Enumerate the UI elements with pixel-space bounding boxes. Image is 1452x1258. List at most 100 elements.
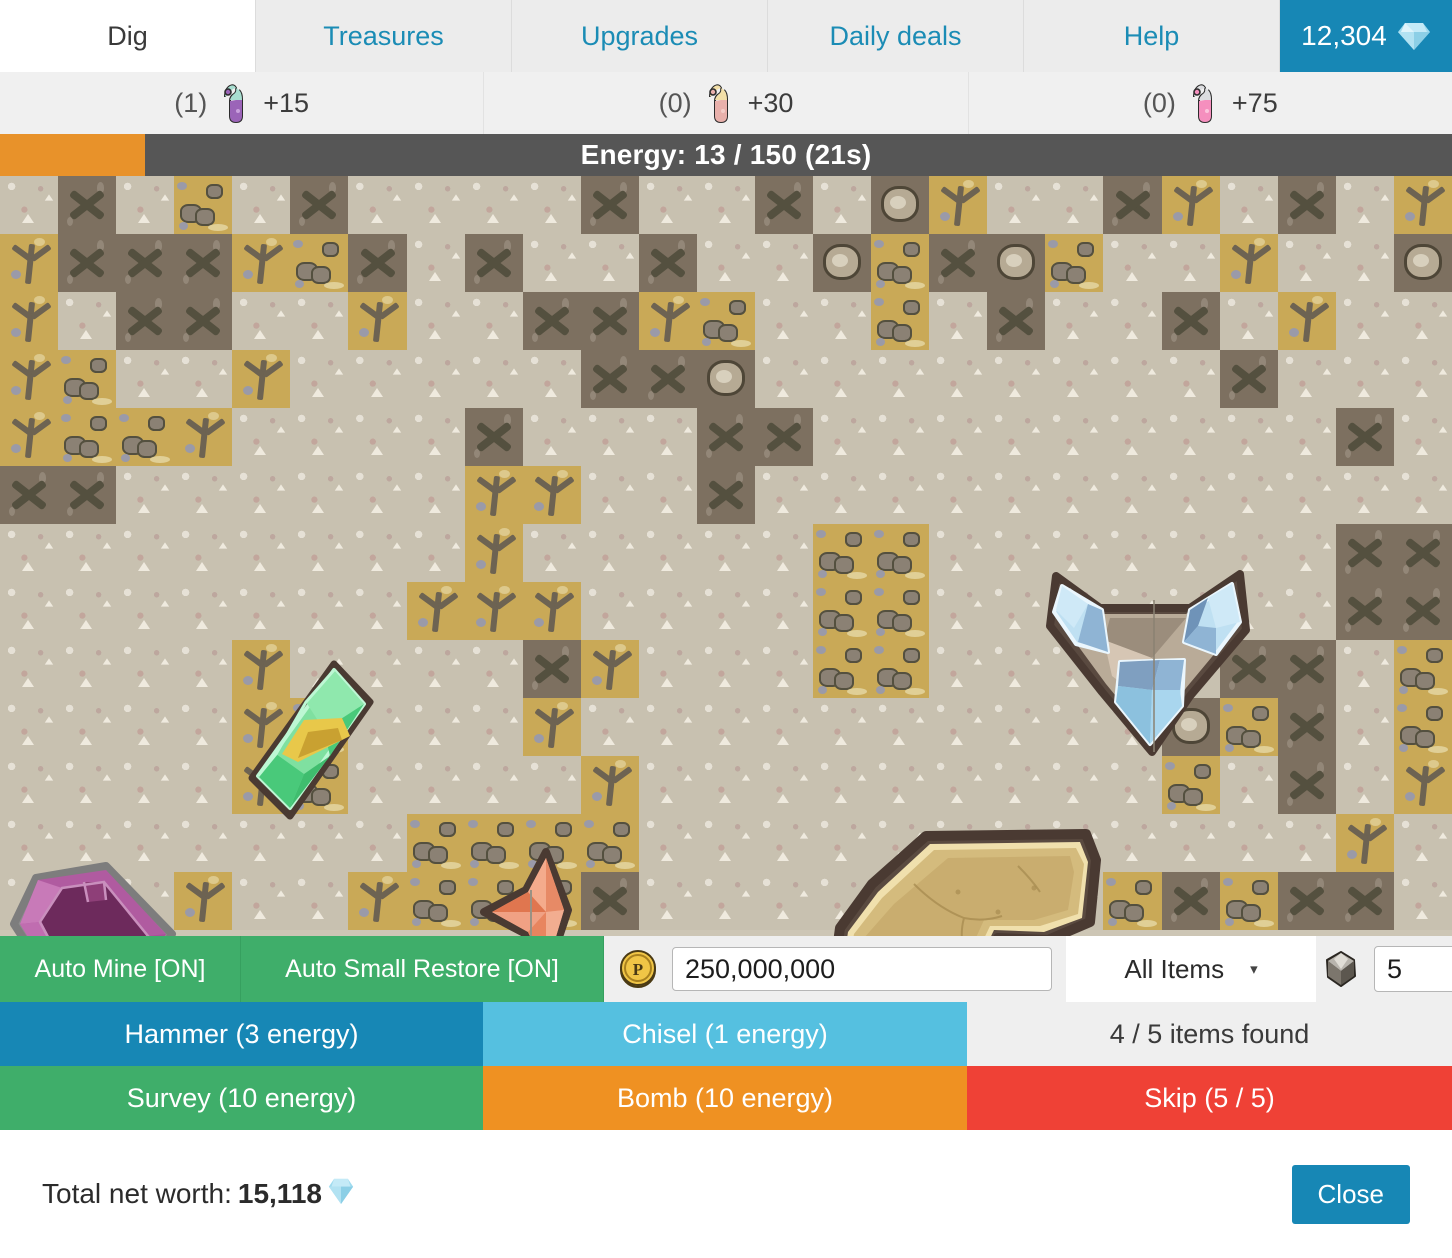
dig-tile[interactable]	[929, 756, 988, 814]
dig-tile[interactable]	[232, 756, 291, 814]
cash-input[interactable]	[672, 947, 1052, 991]
dig-tile[interactable]	[116, 872, 175, 930]
dig-tile[interactable]	[1045, 640, 1104, 698]
dig-tile[interactable]	[290, 176, 349, 234]
dig-tile[interactable]	[290, 640, 349, 698]
dig-tile[interactable]	[638, 640, 697, 698]
dig-tile[interactable]	[987, 466, 1046, 524]
dig-tile[interactable]	[0, 872, 59, 930]
dig-tile[interactable]	[1277, 814, 1336, 872]
dig-tile[interactable]	[116, 814, 175, 872]
gem-counter[interactable]: 12,304	[1280, 0, 1452, 72]
dig-tile[interactable]	[1045, 814, 1104, 872]
dig-tile[interactable]	[406, 872, 465, 930]
dig-tile[interactable]	[1045, 756, 1104, 814]
dig-tile[interactable]	[406, 234, 465, 292]
dig-tile[interactable]	[1219, 698, 1278, 756]
dig-tile[interactable]	[1103, 234, 1162, 292]
dig-tile[interactable]	[1161, 350, 1220, 408]
dig-tile[interactable]	[1045, 408, 1104, 466]
dig-tile[interactable]	[406, 176, 465, 234]
dig-tile[interactable]	[929, 408, 988, 466]
dig-tile[interactable]	[406, 756, 465, 814]
dig-tile[interactable]	[871, 408, 930, 466]
dig-tile[interactable]	[1219, 350, 1278, 408]
dig-tile[interactable]	[1161, 814, 1220, 872]
dig-tile[interactable]	[696, 466, 756, 524]
dig-tile[interactable]	[871, 814, 930, 872]
dig-tile[interactable]	[580, 640, 639, 698]
dig-tile[interactable]	[580, 872, 639, 930]
dig-tile[interactable]	[871, 698, 930, 756]
dig-tile[interactable]	[232, 524, 291, 582]
dig-tile[interactable]	[755, 640, 814, 698]
dig-tile[interactable]	[813, 524, 872, 582]
dig-tile[interactable]	[987, 350, 1046, 408]
dig-tile[interactable]	[1277, 350, 1336, 408]
dig-tile[interactable]	[638, 756, 697, 814]
dig-tile[interactable]	[174, 698, 233, 756]
dig-tile[interactable]	[0, 350, 59, 408]
dig-tile[interactable]	[58, 640, 117, 698]
dig-tile[interactable]	[116, 756, 175, 814]
dig-tile[interactable]	[116, 524, 175, 582]
dig-tile[interactable]	[116, 234, 175, 292]
dig-tile[interactable]	[464, 234, 523, 292]
dig-tile[interactable]	[929, 582, 988, 640]
dig-tile[interactable]	[464, 756, 523, 814]
dig-tile[interactable]	[1103, 640, 1162, 698]
dig-tile[interactable]	[929, 524, 988, 582]
dig-tile[interactable]	[580, 292, 639, 350]
dig-tile[interactable]	[813, 756, 872, 814]
dig-tile[interactable]	[174, 524, 233, 582]
dig-tile[interactable]	[0, 756, 59, 814]
dig-tile[interactable]	[696, 640, 756, 698]
dig-tile[interactable]	[348, 698, 407, 756]
dig-tile[interactable]	[348, 408, 407, 466]
dig-tile[interactable]	[232, 582, 291, 640]
dig-tile[interactable]	[1045, 466, 1104, 524]
dig-tile[interactable]	[1103, 350, 1162, 408]
dig-tile[interactable]	[1219, 814, 1278, 872]
dig-tile[interactable]	[464, 466, 523, 524]
dig-tile[interactable]	[464, 350, 523, 408]
dig-tile[interactable]	[813, 640, 872, 698]
dig-tile[interactable]	[290, 466, 349, 524]
dig-tile[interactable]	[755, 582, 814, 640]
dig-tile[interactable]	[1219, 640, 1278, 698]
dig-tile[interactable]	[116, 466, 175, 524]
chisel-button[interactable]: Chisel (1 energy)	[483, 1002, 967, 1066]
tab-upgrades[interactable]: Upgrades	[512, 0, 768, 72]
dig-tile[interactable]	[0, 176, 59, 234]
dig-tile[interactable]	[580, 698, 639, 756]
dig-tile[interactable]	[174, 756, 233, 814]
dig-tile[interactable]	[987, 756, 1046, 814]
dig-tile[interactable]	[58, 582, 117, 640]
dig-tile[interactable]	[522, 698, 581, 756]
dig-tile[interactable]	[1103, 292, 1162, 350]
dig-tile[interactable]	[638, 408, 697, 466]
dig-tile[interactable]	[1393, 698, 1452, 756]
dig-tile[interactable]	[871, 466, 930, 524]
auto-small-restore-button[interactable]: Auto Small Restore [ON]	[241, 936, 604, 1002]
dig-tile[interactable]	[58, 350, 117, 408]
dig-tile[interactable]	[813, 408, 872, 466]
dig-tile[interactable]	[1277, 756, 1336, 814]
dig-tile[interactable]	[1161, 872, 1220, 930]
survey-button[interactable]: Survey (10 energy)	[0, 1066, 483, 1130]
dig-tile[interactable]	[1335, 292, 1394, 350]
dig-tile[interactable]	[1393, 756, 1452, 814]
dig-tile[interactable]	[58, 524, 117, 582]
dig-tile[interactable]	[813, 176, 872, 234]
dig-tile[interactable]	[348, 814, 407, 872]
potion-large[interactable]: (0) +75	[968, 72, 1452, 134]
dig-tile[interactable]	[1219, 176, 1278, 234]
dig-tile[interactable]	[987, 292, 1046, 350]
dig-tile[interactable]	[1219, 756, 1278, 814]
dig-tile[interactable]	[290, 814, 349, 872]
dig-tile[interactable]	[696, 350, 756, 408]
dig-tile[interactable]	[1277, 408, 1336, 466]
dig-tile[interactable]	[813, 872, 872, 930]
dig-tile[interactable]	[522, 756, 581, 814]
tab-help[interactable]: Help	[1024, 0, 1280, 72]
